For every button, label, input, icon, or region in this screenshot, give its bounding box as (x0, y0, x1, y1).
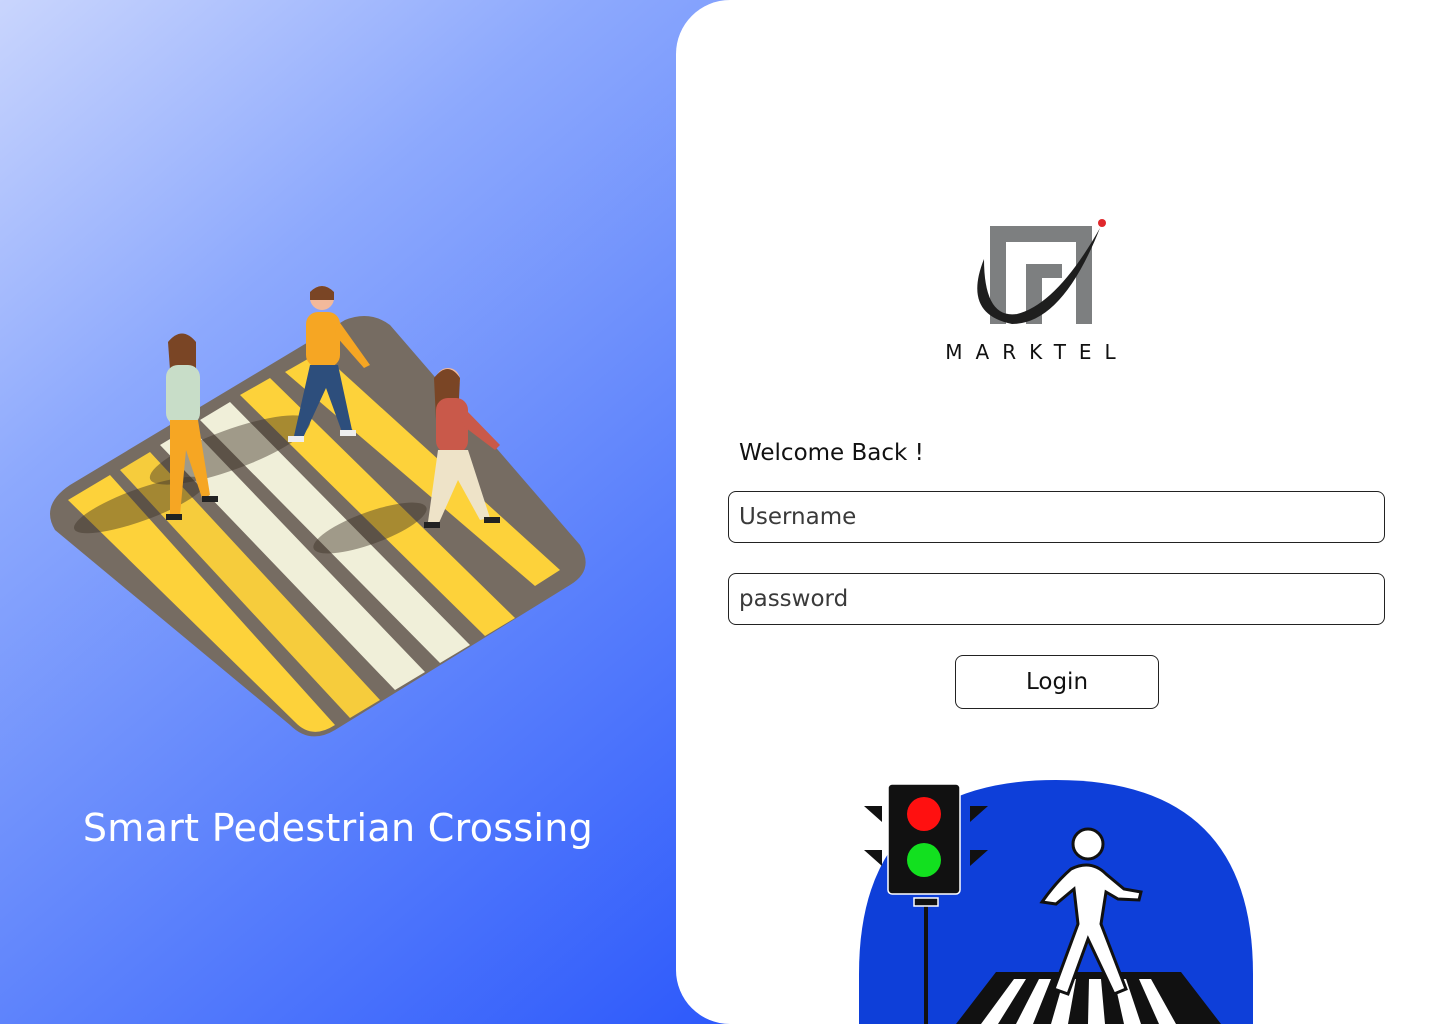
username-input[interactable] (728, 491, 1385, 543)
welcome-heading: Welcome Back ! (739, 440, 924, 466)
login-card: MARKTEL Welcome Back ! Login (676, 0, 1440, 1024)
traffic-light-crosswalk-illustration (859, 780, 1253, 1024)
password-input[interactable] (728, 573, 1385, 625)
red-light-icon (907, 797, 941, 831)
login-button[interactable]: Login (955, 655, 1159, 709)
logo-wordmark: MARKTEL (945, 340, 1128, 364)
pedestrian-crossing-illustration (50, 286, 586, 737)
left-hero-panel: Smart Pedestrian Crossing (0, 0, 700, 1024)
green-light-icon (907, 843, 941, 877)
hero-tagline: Smart Pedestrian Crossing (82, 806, 594, 850)
marktel-logo: MARKTEL (945, 219, 1128, 364)
